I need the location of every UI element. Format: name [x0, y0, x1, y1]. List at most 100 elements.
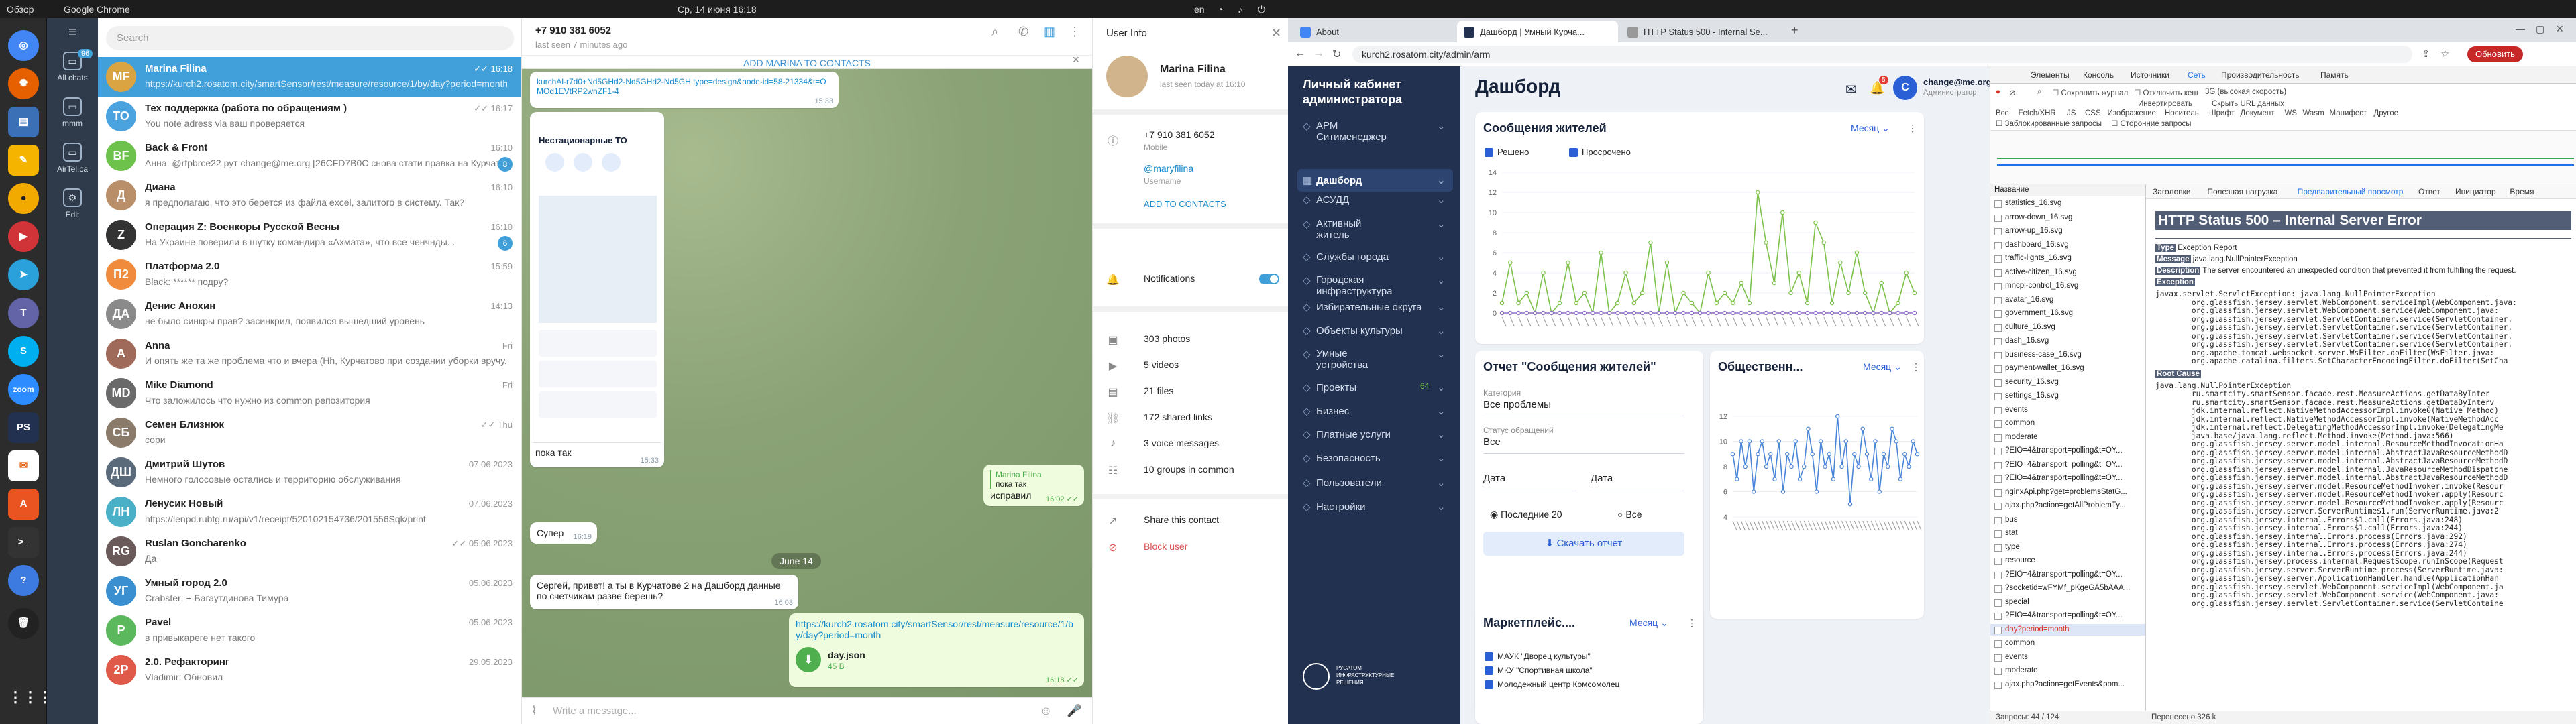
chat-row[interactable]: Z Операция Z: Военкоры Русской Весны На Ук…	[98, 215, 521, 255]
trash-icon[interactable]: 🗑	[8, 608, 39, 639]
data-point[interactable]	[1904, 270, 1909, 276]
data-point[interactable]	[1805, 300, 1810, 306]
devtools-tab[interactable]: Элементы	[2031, 70, 2070, 80]
data-point[interactable]	[1582, 290, 1587, 296]
type-filter[interactable]: JS	[2067, 109, 2076, 117]
data-point[interactable]	[1912, 290, 1917, 296]
folder-mmm[interactable]: ▭ mmm	[47, 97, 98, 128]
data-point[interactable]	[1896, 300, 1900, 306]
data-point[interactable]	[1739, 310, 1743, 316]
data-point[interactable]	[1566, 260, 1570, 265]
request-row[interactable]: dashboard_16.svg	[1990, 239, 2145, 251]
shared-media-item[interactable]: 303 photos	[1144, 333, 1190, 344]
data-point[interactable]	[1772, 310, 1777, 316]
mic-icon[interactable]: 🎤	[1067, 704, 1081, 718]
data-point[interactable]	[1747, 439, 1752, 444]
request-row[interactable]: common	[1990, 418, 2145, 429]
data-point[interactable]	[1689, 310, 1695, 316]
period-dropdown[interactable]: Месяц ⌄	[1851, 123, 1890, 134]
request-row[interactable]: resource	[1990, 555, 2145, 566]
data-point[interactable]	[1887, 310, 1892, 316]
type-filter[interactable]: Манифест	[2330, 109, 2367, 117]
close-icon[interactable]: ✕	[2556, 23, 2564, 35]
type-filter[interactable]: Другое	[2374, 109, 2399, 117]
chrome-icon[interactable]: ◎	[8, 30, 39, 61]
devtools-tab[interactable]: Консоль	[2083, 70, 2114, 80]
request-row[interactable]: bus	[1990, 514, 2145, 526]
data-point[interactable]	[1881, 452, 1886, 457]
files-icon[interactable]: ▤	[8, 107, 39, 137]
data-point[interactable]	[1689, 300, 1695, 306]
request-row[interactable]: moderate	[1990, 432, 2145, 443]
chat-row[interactable]: ДА Денис Анохин не было синкры прав? засин…	[98, 294, 521, 334]
data-point[interactable]	[1731, 300, 1735, 306]
data-point[interactable]	[1838, 310, 1843, 316]
call-icon[interactable]: ✆	[1018, 25, 1028, 39]
data-point[interactable]	[1574, 300, 1578, 306]
request-row[interactable]: ?EIO=4&transport=polling&t=OY...	[1990, 569, 2145, 581]
disable-cache-checkbox[interactable]: ☐ Отключить кеш	[2134, 88, 2198, 97]
data-point[interactable]	[1796, 270, 1801, 276]
data-point[interactable]	[1764, 240, 1768, 245]
more-icon[interactable]: ⋮	[1908, 123, 1917, 134]
avatar[interactable]	[1106, 56, 1148, 97]
request-row[interactable]: government_16.svg	[1990, 308, 2145, 319]
period-dropdown[interactable]: Месяц ⌄	[1629, 617, 1668, 629]
chat-row[interactable]: П2 Платформа 2.0 Black: ****** подру? 15:59	[98, 255, 521, 294]
download-report-button[interactable]: ⬇ Скачать отчет	[1483, 532, 1684, 556]
data-point[interactable]	[1911, 439, 1915, 444]
data-point[interactable]	[1557, 310, 1562, 316]
data-point[interactable]	[1524, 290, 1529, 296]
request-row[interactable]: settings_16.svg	[1990, 390, 2145, 402]
tab-about[interactable]: About	[1293, 21, 1454, 42]
data-point[interactable]	[1871, 310, 1876, 316]
terminal-icon[interactable]: >_	[8, 527, 39, 558]
user-phone[interactable]: +7 910 381 6052	[1144, 129, 1215, 140]
share-icon[interactable]: ⇪	[2422, 48, 2430, 60]
request-row[interactable]: culture_16.svg	[1990, 322, 2145, 333]
software-icon[interactable]: A	[8, 489, 39, 520]
data-point[interactable]	[1549, 310, 1554, 316]
chat-row[interactable]: ДШ Дмитрий Шутов Немного голосовые осталис…	[98, 452, 521, 492]
type-filter[interactable]: Изображение	[2108, 109, 2156, 117]
category-select[interactable]: Категория Все проблемы	[1483, 388, 1684, 416]
emoji-icon[interactable]: ☺	[1040, 704, 1052, 718]
data-point[interactable]	[1846, 310, 1851, 316]
nav-item[interactable]: ◇ Настройки ⌄	[1303, 501, 1446, 513]
add-to-contacts-link[interactable]: ADD MARINA TO CONTACTS	[522, 55, 1092, 68]
nav-item[interactable]: ◇ АСУДД ⌄	[1303, 194, 1446, 206]
data-point[interactable]	[1566, 310, 1570, 316]
data-point[interactable]	[1796, 310, 1801, 316]
preview-tab[interactable]: Инициатор	[2455, 187, 2496, 196]
throttling-select[interactable]: 3G (высокая скорость)	[2205, 88, 2286, 96]
user-username[interactable]: @maryfilina	[1144, 163, 1193, 174]
data-point[interactable]	[1838, 260, 1843, 265]
data-point[interactable]	[1499, 300, 1505, 306]
language-indicator[interactable]: en	[1194, 4, 1205, 15]
data-point[interactable]	[1877, 489, 1882, 494]
request-row[interactable]: statistics_16.svg	[1990, 198, 2145, 209]
nav-item[interactable]: ◇ Платные услуги ⌄	[1303, 428, 1446, 440]
period-dropdown[interactable]: Месяц ⌄	[1863, 361, 1902, 373]
type-filter[interactable]: Инвертировать	[2138, 100, 2192, 108]
data-point[interactable]	[1599, 250, 1603, 255]
forward-icon[interactable]: →	[1313, 48, 1324, 60]
radio-all[interactable]: ○ Все	[1617, 509, 1642, 520]
nav-item[interactable]: ◇ Городская инфраструктура ⌄	[1303, 274, 1446, 297]
search-icon[interactable]: ⌕	[991, 25, 998, 39]
data-point[interactable]	[1802, 464, 1807, 469]
request-row[interactable]: special	[1990, 597, 2145, 608]
preview-tab[interactable]: Полезная нагрузка	[2207, 187, 2277, 196]
attach-icon[interactable]: ⌇	[531, 704, 537, 718]
request-row[interactable]: security_16.svg	[1990, 377, 2145, 388]
data-point[interactable]	[1819, 439, 1823, 444]
data-point[interactable]	[1902, 452, 1907, 457]
data-point[interactable]	[1854, 250, 1860, 255]
data-point[interactable]	[1768, 452, 1773, 457]
request-row[interactable]: events	[1990, 652, 2145, 663]
phpstorm-icon[interactable]: PS	[8, 412, 39, 443]
data-point[interactable]	[1541, 310, 1546, 316]
data-point[interactable]	[1821, 310, 1826, 316]
data-point[interactable]	[1673, 310, 1678, 316]
folder-airtel[interactable]: ▭ AirTel.ca	[47, 143, 98, 174]
